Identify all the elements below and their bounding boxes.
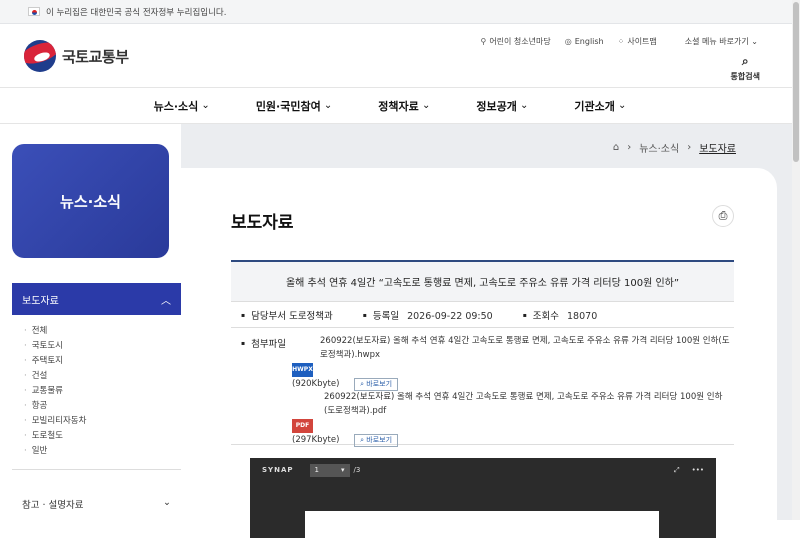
side-nav-hero: 뉴스·소식 xyxy=(12,144,169,258)
hwpx-file-icon: HWPX xyxy=(292,363,313,377)
side-nav-active-label: 보도자료 xyxy=(22,295,59,307)
views-value: 18070 xyxy=(567,310,598,322)
attachment-hwpx: 260922(보도자료) 올해 추석 연휴 4일간 고속도로 통행료 면제, 고… xyxy=(292,334,732,391)
flag-icon xyxy=(28,7,40,16)
attachment-name[interactable]: 260922(보도자료) 올해 추석 연휴 4일간 고속도로 통행료 면제, 고… xyxy=(292,334,732,362)
chevron-down-icon: ⌄ xyxy=(751,37,758,46)
sitemap-icon: ⁘ xyxy=(617,37,625,46)
social-menu-button[interactable]: 소셜 메뉴 바로가기 ⌄ xyxy=(685,36,758,47)
side-nav-item[interactable]: 주택토지 xyxy=(24,354,181,369)
viewer-controls: ⤢ ••• xyxy=(674,466,704,475)
preview-label: 바로보기 xyxy=(366,380,393,388)
side-nav-item[interactable]: 항공 xyxy=(24,399,181,414)
chevron-down-icon: ⌄ xyxy=(163,497,171,508)
dropdown-icon: ▾ xyxy=(341,466,345,474)
utility-menu: ⚲ 어린이 청소년마당 ◎ English ⁘ 사이트맵 소셜 메뉴 바로가기 ⌄ xyxy=(480,36,758,47)
search-button[interactable]: ⌕ 통합검색 xyxy=(731,54,760,82)
more-icon[interactable]: ••• xyxy=(692,466,704,475)
gnb-about[interactable]: 기관소개 xyxy=(574,98,626,114)
pdf-file-icon: PDF xyxy=(292,419,313,433)
gnb-civil[interactable]: 민원·국민참여 xyxy=(256,98,332,114)
side-nav-item[interactable]: 도로철도 xyxy=(24,429,181,444)
article-meta: 담당부서 도로정책과 등록일 2026-09-22 09:50 조회수 18070 xyxy=(231,302,734,328)
main-panel: 보도자료 ⎙ 올해 추석 연휴 4일간 “고속도로 통행료 면제, 고속도로 주… xyxy=(181,168,777,551)
kids-link[interactable]: ⚲ 어린이 청소년마당 xyxy=(480,36,550,47)
side-nav-item[interactable]: 건설 xyxy=(24,369,181,384)
page-value: 1 xyxy=(314,466,319,474)
article-title: 올해 추석 연휴 4일간 “고속도로 통행료 면제, 고속도로 주유소 유류 가… xyxy=(231,260,734,302)
sitemap-link[interactable]: ⁘ 사이트맵 xyxy=(618,36,657,47)
attachment-pdf: 260922(보도자료) 올해 추석 연휴 4일간 고속도로 통행료 면제, 고… xyxy=(292,390,732,447)
logo-emblem-icon xyxy=(24,40,56,72)
side-nav-item[interactable]: 일반 xyxy=(24,444,181,459)
breadcrumb-current[interactable]: 보도자료 xyxy=(699,140,736,155)
side-nav-list: 전체 국토도시 주택토지 건설 교통물류 항공 모빌리티자동차 도로철도 일반 xyxy=(12,316,181,470)
views-label: 조회수 xyxy=(532,310,560,322)
attachment-size: (297Kbyte) xyxy=(292,435,340,445)
breadcrumb: ⌂ › 뉴스·소식 › 보도자료 xyxy=(613,140,736,155)
attachment-name[interactable]: 260922(보도자료) 올해 추석 연휴 4일간 고속도로 통행료 면제, 고… xyxy=(292,390,732,418)
document-viewer: SYNAP 1 ▾ /3 ⤢ ••• xyxy=(250,458,716,551)
social-label: 소셜 메뉴 바로가기 xyxy=(684,37,749,46)
logo-text: 국토교통부 xyxy=(62,47,129,66)
side-nav-active[interactable]: 보도자료 ︿ xyxy=(12,283,181,315)
search-label: 통합검색 xyxy=(730,72,760,81)
date-label: 등록일 xyxy=(372,310,400,322)
breadcrumb-level1[interactable]: 뉴스·소식 xyxy=(639,140,679,155)
preview-button[interactable]: ⌕ 바로보기 xyxy=(354,434,399,447)
side-nav-item[interactable]: 국토도시 xyxy=(24,339,181,354)
side-nav-next[interactable]: 참고 · 설명자료 ⌄ xyxy=(12,497,181,511)
meta-views: 조회수 18070 xyxy=(523,308,598,322)
dept-label: 담당부서 xyxy=(251,310,287,322)
fullscreen-icon[interactable]: ⤢ xyxy=(674,466,680,475)
gov-banner-text: 이 누리집은 대한민국 공식 전자정부 누리집입니다. xyxy=(46,7,227,18)
print-button[interactable]: ⎙ xyxy=(712,205,734,227)
home-icon[interactable]: ⌂ xyxy=(613,142,619,153)
site-logo[interactable]: 국토교통부 xyxy=(24,40,129,72)
viewer-page xyxy=(305,511,659,551)
gnb-policy[interactable]: 정책자료 xyxy=(378,98,430,114)
breadcrumb-sep: › xyxy=(627,142,632,153)
sitemap-label: 사이트맵 xyxy=(627,37,657,46)
kids-label: 어린이 청소년마당 xyxy=(489,37,551,46)
gnb-news[interactable]: 뉴스·소식 xyxy=(154,98,210,114)
attachments-label: 첨부파일 xyxy=(241,336,286,350)
printer-icon: ⎙ xyxy=(718,209,728,222)
gnb-info[interactable]: 정보공개 xyxy=(476,98,528,114)
page-select[interactable]: 1 ▾ xyxy=(309,463,350,477)
preview-label: 바로보기 xyxy=(366,436,393,444)
page-total: /3 xyxy=(353,466,361,474)
person-icon: ⚲ xyxy=(480,37,487,46)
side-nav: 뉴스·소식 보도자료 ︿ 전체 국토도시 주택토지 건설 교통물류 항공 모빌리… xyxy=(0,124,181,520)
gov-banner: 이 누리집은 대한민국 공식 전자정부 누리집입니다. xyxy=(0,0,800,24)
search-icon: ⌕ xyxy=(741,54,749,68)
meta-dept: 담당부서 도로정책과 xyxy=(241,308,333,322)
main-nav: 뉴스·소식 민원·국민참여 정책자료 정보공개 기관소개 xyxy=(0,88,800,124)
breadcrumb-sep: › xyxy=(687,142,692,153)
scrollbar-thumb[interactable] xyxy=(793,2,799,162)
side-nav-item[interactable]: 모빌리티자동차 xyxy=(24,414,181,429)
site-header: 국토교통부 ⚲ 어린이 청소년마당 ◎ English ⁘ 사이트맵 소셜 메뉴 바로… xyxy=(0,24,800,88)
english-label: English xyxy=(574,37,604,46)
dept-value: 도로정책과 xyxy=(289,310,333,322)
content-area: ⌂ › 뉴스·소식 › 보도자료 뉴스·소식 보도자료 ︿ 전체 국토도시 주택… xyxy=(0,124,800,551)
attachment-size: (920Kbyte) xyxy=(292,379,340,389)
side-nav-next-label: 참고 · 설명자료 xyxy=(22,500,84,511)
attachments: 첨부파일 260922(보도자료) 올해 추석 연휴 4일간 고속도로 통행료 … xyxy=(231,328,734,447)
date-value: 2026-09-22 09:50 xyxy=(407,310,493,322)
page-scrollbar[interactable] xyxy=(792,0,800,520)
chevron-up-icon: ︿ xyxy=(161,295,171,307)
english-link[interactable]: ◎ English xyxy=(565,37,604,46)
side-nav-item[interactable]: 교통물류 xyxy=(24,384,181,399)
viewer-brand: SYNAP xyxy=(262,466,294,474)
page-title: 보도자료 xyxy=(231,213,294,233)
side-nav-item[interactable]: 전체 xyxy=(24,324,181,339)
viewer-toolbar: SYNAP 1 ▾ /3 ⤢ ••• xyxy=(250,458,716,482)
meta-date: 등록일 2026-09-22 09:50 xyxy=(363,308,493,322)
globe-icon: ◎ xyxy=(564,37,572,46)
